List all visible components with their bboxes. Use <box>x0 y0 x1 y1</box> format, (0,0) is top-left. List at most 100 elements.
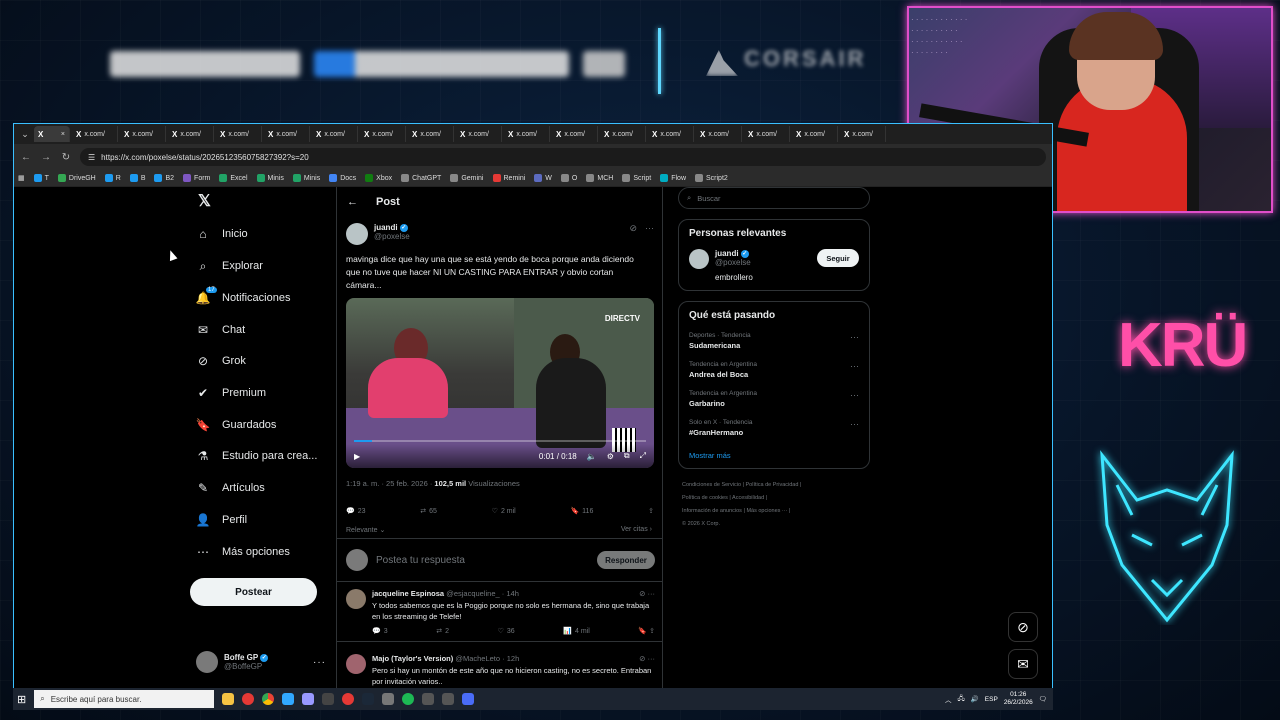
browser-tab[interactable]: Xx.com/ <box>168 126 214 142</box>
browser-tab[interactable]: Xx.com/ <box>696 126 742 142</box>
bookmark-button[interactable]: 🔖 116 <box>570 507 593 516</box>
reply-author-handle[interactable]: @esjacqueline_ <box>446 589 499 598</box>
post-author-name[interactable]: juandi <box>374 223 398 232</box>
browser-tab[interactable]: Xx.com/ <box>456 126 502 142</box>
video-progress[interactable] <box>354 440 646 442</box>
post-video[interactable]: DIRECTV ▶ 0:01 / 0:18 🔈 ⚙ ⧉ ⤢ <box>346 298 654 468</box>
back-arrow-icon[interactable]: ← <box>347 196 358 208</box>
nav-item-chat[interactable]: ✉ Chat <box>196 323 245 337</box>
bookmark-item[interactable]: ChatGPT <box>401 174 441 182</box>
app-icon[interactable] <box>322 693 335 705</box>
footer-link[interactable]: Accesibilidad <box>732 495 764 501</box>
forward-icon[interactable]: → <box>40 152 52 163</box>
post-more-icon[interactable]: ··· <box>645 223 654 234</box>
browser-tab[interactable]: Xx.com/ <box>792 126 838 142</box>
browser-tab[interactable]: Xx.com/ <box>648 126 694 142</box>
app-icon[interactable] <box>242 693 255 705</box>
post-author-avatar[interactable] <box>346 223 368 245</box>
browser-tab[interactable]: Xx.com/ <box>504 126 550 142</box>
browser-tab[interactable]: Xx.com/ <box>360 126 406 142</box>
footer-link[interactable]: Más opciones ··· <box>746 508 787 514</box>
grok-float-icon[interactable]: ⊘ <box>1008 612 1038 642</box>
share-icon[interactable]: ⇪ <box>648 507 654 515</box>
trend-more-icon[interactable]: ··· <box>850 390 859 400</box>
nav-item-notificaciones[interactable]: 🔔 17 Notificaciones <box>196 287 290 305</box>
search-input[interactable]: ⌕ Buscar <box>678 187 870 209</box>
nav-item-perfil[interactable]: 👤 Perfil <box>196 513 248 527</box>
bookmark-item[interactable]: Minis <box>292 174 320 182</box>
relevant-user[interactable]: juandi ✓ @poxelse embrollero Seguir <box>689 249 859 282</box>
browser-tab[interactable]: Xx.com/ <box>312 126 358 142</box>
trend-item[interactable]: Deportes · Tendencia Sudamericana ··· <box>689 332 859 350</box>
trend-more-icon[interactable]: ··· <box>850 419 859 429</box>
bookmark-item[interactable]: B <box>129 174 145 182</box>
bookmark-item[interactable]: MCH <box>586 174 613 182</box>
trend-more-icon[interactable]: ··· <box>850 332 859 342</box>
reply-views-button[interactable]: 📊 4 mil <box>563 627 590 636</box>
tray-arrow-icon[interactable]: ︿ <box>945 694 952 704</box>
fullscreen-icon[interactable]: ⤢ <box>640 451 646 461</box>
reply-author-handle[interactable]: @MacheLeto <box>455 654 500 663</box>
nav-item-más-opciones[interactable]: ⋯ Más opciones <box>196 545 290 559</box>
browser-tab[interactable]: Xx.com/ <box>744 126 790 142</box>
post-date[interactable]: 25 feb. 2026 <box>386 479 428 488</box>
footer-link[interactable]: Política de Privacidad <box>746 482 799 488</box>
footer-link[interactable]: © 2026 X Corp. <box>682 521 720 527</box>
browser-tab[interactable]: Xx.com/ <box>840 126 886 142</box>
footer-link[interactable]: Política de cookies <box>682 495 728 501</box>
browser-tab[interactable]: Xx.com/ <box>120 126 166 142</box>
app-icon[interactable] <box>422 693 435 705</box>
browser-tab[interactable]: Xx.com/ <box>72 126 118 142</box>
sort-dropdown[interactable]: Relevante ⌄ <box>346 526 385 534</box>
back-icon[interactable]: ← <box>20 152 32 163</box>
trend-item[interactable]: Solo en X · Tendencia #GranHermano ··· <box>689 419 859 437</box>
reply-button[interactable]: 💬 23 <box>346 507 366 516</box>
reply-like-button[interactable]: ♡ 36 <box>498 627 515 636</box>
bookmark-item[interactable]: W <box>534 174 552 182</box>
reply-more-icon[interactable]: ⊘ ··· <box>639 589 655 598</box>
bookmark-item[interactable]: T <box>33 174 49 182</box>
site-info-icon[interactable]: ☰ <box>88 153 95 162</box>
reply-input[interactable]: Postea tu respuesta <box>376 555 589 566</box>
trend-item[interactable]: Tendencia en Argentina Andrea del Boca ··· <box>689 361 859 379</box>
photoshop-icon[interactable] <box>282 693 295 705</box>
nav-item-guardados[interactable]: 🔖 Guardados <box>196 418 277 432</box>
premiere-icon[interactable] <box>302 693 315 705</box>
language-indicator[interactable]: ESP <box>985 696 998 703</box>
reply-repost-button[interactable]: ⇄ 2 <box>436 627 449 636</box>
footer-link[interactable]: Información de anuncios <box>682 508 742 514</box>
browser-tab[interactable]: Xx.com/ <box>264 126 310 142</box>
clock[interactable]: 01:26 26/2/2026 <box>1004 691 1033 707</box>
bookmark-item[interactable]: Minis <box>256 174 284 182</box>
spotify-icon[interactable] <box>402 693 415 705</box>
nav-item-artículos[interactable]: ✎ Artículos <box>196 481 265 495</box>
steam-icon[interactable] <box>362 693 375 705</box>
quotes-link[interactable]: Ver citas › <box>621 526 652 533</box>
nav-item-explorar[interactable]: ⌕ Explorar <box>196 259 263 273</box>
browser-tab[interactable]: Xx.com/ <box>408 126 454 142</box>
nav-item-estudio-para-crea-[interactable]: ⚗ Estudio para crea... <box>196 449 318 463</box>
volume-icon[interactable]: 🔊 <box>971 695 979 703</box>
reply-submit-button[interactable]: Responder <box>597 551 655 569</box>
account-more-icon[interactable]: ··· <box>313 657 326 668</box>
play-icon[interactable]: ▶ <box>354 452 360 461</box>
bookmark-item[interactable]: Gemini <box>450 174 484 182</box>
bookmark-item[interactable]: Script2 <box>695 174 728 182</box>
repost-button[interactable]: ⇄ 65 <box>420 507 437 516</box>
windows-start-icon[interactable]: ⊞ <box>17 693 26 706</box>
bookmark-item[interactable]: B2 <box>154 174 174 182</box>
taskbar-search[interactable]: ⌕ Escribe aquí para buscar. <box>34 690 215 708</box>
bookmark-item[interactable]: Form <box>183 174 210 182</box>
reply-avatar[interactable] <box>346 654 366 674</box>
reply-item[interactable]: jacqueline Espinosa @esjacqueline_ · 14h… <box>337 583 662 642</box>
reply-author-name[interactable]: Majo (Taylor's Version) <box>372 654 453 663</box>
follow-button[interactable]: Seguir <box>817 249 859 267</box>
reply-avatar[interactable] <box>346 589 366 609</box>
nav-item-premium[interactable]: ✔ Premium <box>196 386 266 400</box>
bookmark-item[interactable]: Flow <box>660 174 686 182</box>
post-button[interactable]: Postear <box>190 578 317 606</box>
browser-tab[interactable]: Xx.com/ <box>216 126 262 142</box>
network-icon[interactable]: 🖧 <box>957 694 964 705</box>
app-icon[interactable] <box>382 693 395 705</box>
trend-more-icon[interactable]: ··· <box>850 361 859 371</box>
